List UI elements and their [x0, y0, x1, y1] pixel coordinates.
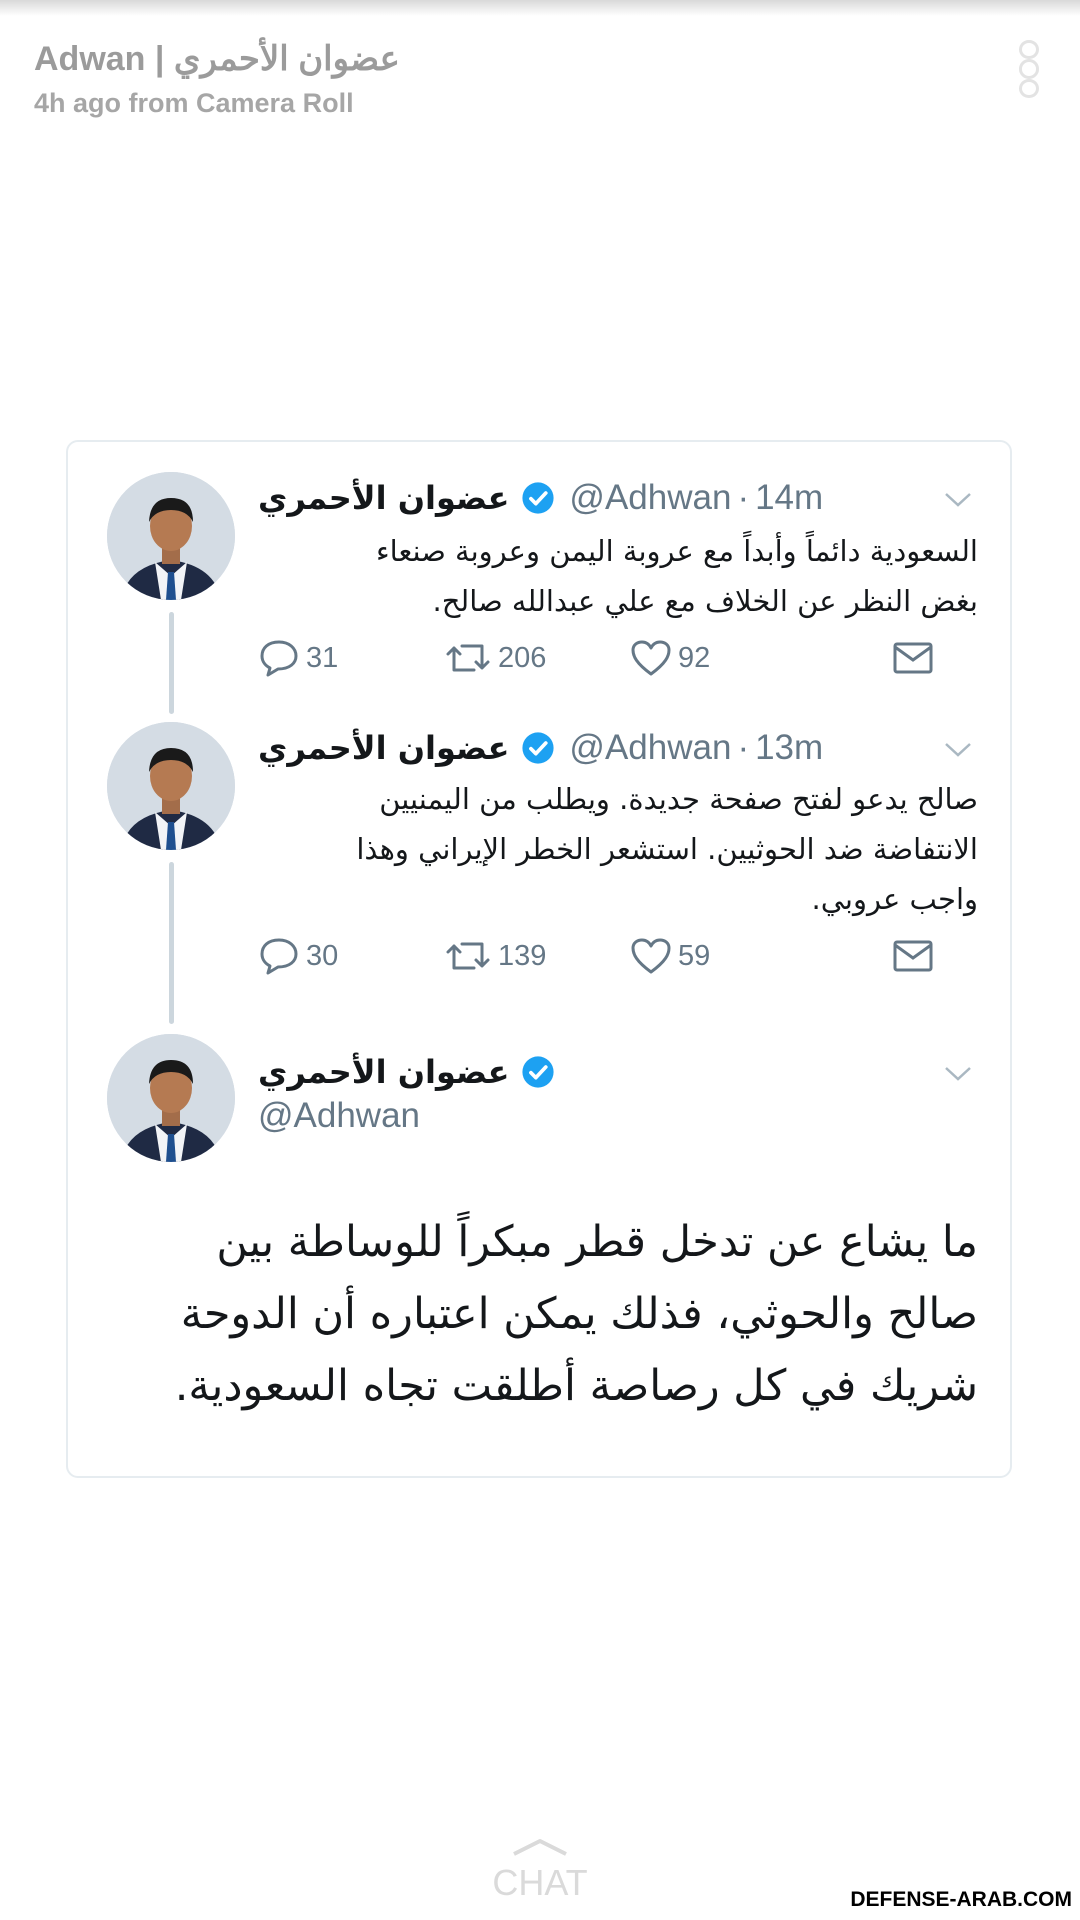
story-title: Adwan | عضوان الأحمري: [34, 40, 400, 78]
like-count: 92: [678, 641, 711, 674]
dot: [1019, 40, 1039, 60]
retweet-icon: [446, 942, 490, 970]
like-button[interactable]: 92: [630, 636, 710, 680]
tweet-text-line: شريك في كل رصاصة أطلقت تجاه السعودية.: [174, 1361, 978, 1411]
reply-bubble-icon: [260, 938, 298, 975]
tweet-text-line: بغض النظر عن الخلاف مع علي عبدالله صالح.: [432, 584, 978, 618]
verified-badge-icon: [521, 731, 555, 765]
tweet-time[interactable]: 13m: [755, 728, 823, 768]
more-dots-icon[interactable]: [1016, 40, 1042, 98]
author-handle[interactable]: @Adhwan: [258, 1096, 420, 1136]
tweet-header: عضوان الأحمري @Adhwan · 13m: [258, 724, 898, 772]
tweet-text-line: الانتفاضة ضد الحوثيين. استشعر الخطر الإي…: [356, 832, 978, 866]
tweet-text-line: واجب عروبي.: [811, 882, 978, 916]
chevron-up-icon[interactable]: [511, 1838, 569, 1856]
watermark: DEFENSE-ARAB.COM: [850, 1888, 1072, 1911]
author-name[interactable]: عضوان الأحمري: [258, 729, 509, 767]
chevron-down-icon[interactable]: [944, 492, 972, 508]
separator-dot: ·: [737, 728, 750, 767]
separator-dot: ·: [737, 478, 750, 517]
envelope-icon: [893, 642, 933, 674]
retweet-icon: [446, 644, 490, 672]
tweet-actions: 30 139 59: [258, 934, 948, 978]
profile-photo-icon: [107, 722, 235, 850]
tweet-text-line: صالح والحوثي، فذلك يمكن اعتباره أن الدوح…: [180, 1289, 978, 1339]
reply-count: 31: [306, 641, 339, 674]
heart-icon: [631, 938, 671, 974]
heart-icon: [631, 640, 671, 676]
dm-button[interactable]: [892, 636, 934, 680]
tweet-actions: 31 206 92: [258, 636, 948, 680]
author-name[interactable]: عضوان الأحمري: [258, 1053, 509, 1091]
tweet-text: السعودية دائماً وأبداً مع عروبة اليمن وع…: [258, 526, 978, 626]
tweet-text: ما يشاع عن تدخل قطر مبكراً للوساطة بين ص…: [108, 1206, 978, 1422]
dm-button[interactable]: [892, 934, 934, 978]
envelope-icon: [893, 940, 933, 972]
avatar[interactable]: [107, 1034, 235, 1162]
avatar[interactable]: [107, 722, 235, 850]
chevron-down-icon[interactable]: [944, 742, 972, 758]
tweet-text-line: ما يشاع عن تدخل قطر مبكراً للوساطة بين: [216, 1217, 978, 1267]
tweet-thread-card: عضوان الأحمري @Adhwan · 14m السعودية دائ…: [66, 440, 1012, 1478]
profile-photo-icon: [107, 1034, 235, 1162]
tweet-time[interactable]: 14m: [755, 478, 823, 518]
verified-badge-icon: [521, 481, 555, 515]
retweet-button[interactable]: 139: [444, 934, 546, 978]
tweet-text-line: صالح يدعو لفتح صفحة جديدة. ويطلب من اليم…: [379, 782, 978, 816]
story-subtitle: 4h ago from Camera Roll: [34, 88, 354, 118]
verified-badge-icon: [521, 1055, 555, 1089]
thread-line: [169, 862, 174, 1024]
tweet-text: صالح يدعو لفتح صفحة جديدة. ويطلب من اليم…: [258, 774, 978, 924]
reply-button[interactable]: 30: [258, 934, 338, 978]
like-button[interactable]: 59: [630, 934, 710, 978]
author-name[interactable]: عضوان الأحمري: [258, 479, 509, 517]
thread-line: [169, 612, 174, 714]
dot: [1019, 59, 1039, 79]
author-handle[interactable]: @Adhwan: [569, 478, 731, 518]
profile-photo-icon: [107, 472, 235, 600]
retweet-button[interactable]: 206: [444, 636, 546, 680]
tweet-header: عضوان الأحمري: [258, 1048, 898, 1096]
retweet-count: 206: [498, 641, 547, 674]
tweet-text-line: السعودية دائماً وأبداً مع عروبة اليمن وع…: [375, 534, 978, 568]
reply-button[interactable]: 31: [258, 636, 338, 680]
author-handle[interactable]: @Adhwan: [569, 728, 731, 768]
like-count: 59: [678, 939, 711, 972]
chevron-down-icon[interactable]: [944, 1066, 972, 1082]
top-shadow: [0, 0, 1080, 16]
story-header: Adwan | عضوان الأحمري 4h ago from Camera…: [34, 36, 400, 119]
reply-count: 30: [306, 939, 339, 972]
retweet-count: 139: [498, 939, 547, 972]
tweet-header: عضوان الأحمري @Adhwan · 14m: [258, 474, 898, 522]
dot: [1019, 78, 1039, 98]
reply-bubble-icon: [260, 640, 298, 677]
avatar[interactable]: [107, 472, 235, 600]
